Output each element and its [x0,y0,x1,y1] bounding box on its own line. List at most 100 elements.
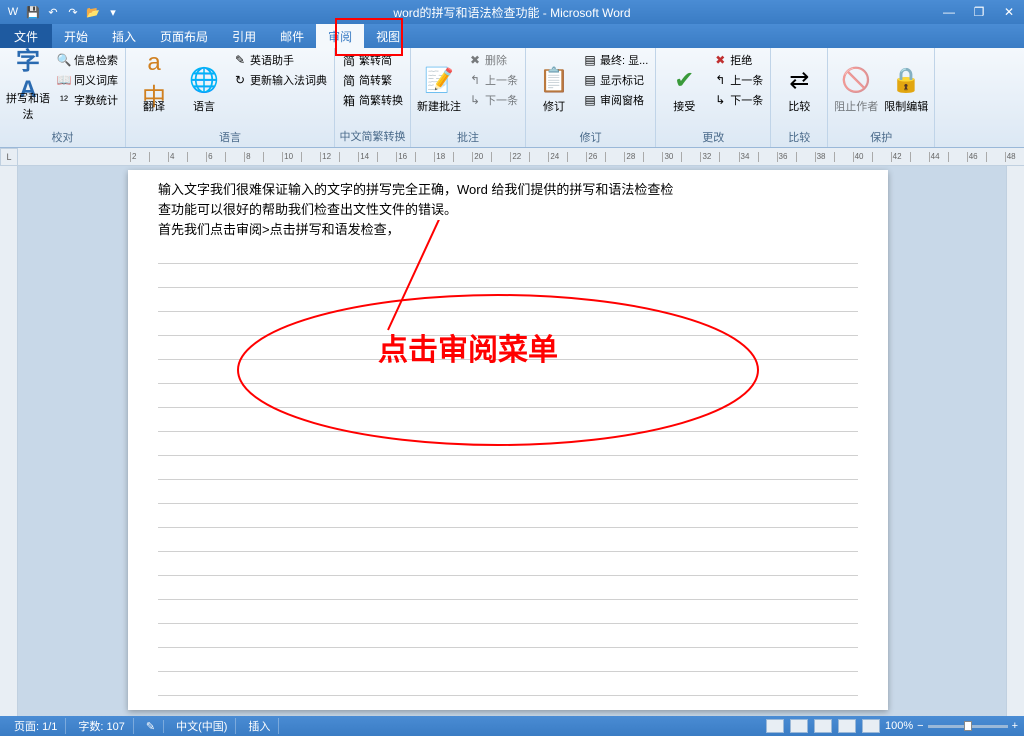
reject-icon: ✖ [713,53,727,67]
zoom-slider[interactable] [928,725,1008,728]
minimize-button[interactable]: — [934,0,964,24]
tab-references[interactable]: 引用 [220,24,268,48]
pane-icon: ▤ [583,93,597,107]
group-language: a中 翻译 🌐 语言 ✎英语助手 ↻更新输入法词典 语言 [126,48,335,147]
zoom-level[interactable]: 100% [885,720,913,732]
web-view[interactable] [814,719,832,733]
convert-icon: 箱 [342,93,356,107]
display-mode-button[interactable]: ▤最终: 显... [580,50,651,70]
english-assistant-button[interactable]: ✎英语助手 [230,50,330,70]
fullscreen-view[interactable] [790,719,808,733]
reject-button[interactable]: ✖拒绝 [710,50,766,70]
translate-button[interactable]: a中 翻译 [130,50,178,128]
print-layout-view[interactable] [766,719,784,733]
save-icon[interactable]: 💾 [24,3,42,21]
display-icon: ▤ [583,53,597,67]
group-proofing: 字A 拼写和语法 🔍信息检索 📖同义词库 ¹²字数统计 校对 [0,48,126,147]
status-page[interactable]: 页面: 1/1 [6,718,66,734]
simp-icon: 简 [342,53,356,67]
workspace: 输入文字我们很难保证输入的文字的拼写完全正确，Word 给我们提供的拼写和语法检… [0,166,1024,716]
status-words[interactable]: 字数: 107 [70,718,133,734]
tab-home[interactable]: 开始 [52,24,100,48]
simp-to-trad-button[interactable]: 简简转繁 [339,70,406,90]
outline-view[interactable] [838,719,856,733]
page[interactable]: 输入文字我们很难保证输入的文字的拼写完全正确，Word 给我们提供的拼写和语法检… [128,170,888,710]
thesaurus-button[interactable]: 📖同义词库 [54,70,121,90]
doc-text[interactable]: 首先我们点击审阅>点击拼写和语发检查， [158,220,858,240]
next-icon: ↳ [713,93,727,107]
doc-text[interactable]: 查功能可以很好的帮助我们检查出文性文件的错误。 [158,200,858,220]
review-pane-button[interactable]: ▤审阅窗格 [580,90,651,110]
statusbar: 页面: 1/1 字数: 107 ✎ 中文(中国) 插入 100% − + [0,716,1024,736]
menubar: 文件 开始 插入 页面布局 引用 邮件 审阅 视图 [0,24,1024,48]
count-icon: ¹² [57,93,71,107]
lock-icon: 🔒 [890,64,922,96]
document-area[interactable]: 输入文字我们很难保证输入的文字的拼写完全正确，Word 给我们提供的拼写和语法检… [18,166,1006,716]
zoom-in-button[interactable]: + [1012,720,1018,732]
check-icon: 字A [12,56,44,88]
open-icon[interactable]: 📂 [84,3,102,21]
titlebar: W 💾 ↶ ↷ 📂 ▾ word的拼写和语法检查功能 - Microsoft W… [0,0,1024,24]
prev-icon: ↰ [713,73,727,87]
comment-icon: 📝 [423,64,455,96]
close-button[interactable]: ✕ [994,0,1024,24]
research-button[interactable]: 🔍信息检索 [54,50,121,70]
next-change-button[interactable]: ↳下一条 [710,90,766,110]
group-chinese-convert: 简繁转简 简简转繁 箱简繁转换 中文简繁转换 [335,48,411,147]
prev-icon: ↰ [468,73,482,87]
accept-button[interactable]: ✔ 接受 [660,50,708,128]
delete-comment-button[interactable]: ✖删除 [465,50,521,70]
wordcount-button[interactable]: ¹²字数统计 [54,90,121,110]
status-insert-mode[interactable]: 插入 [240,718,279,734]
vertical-scrollbar[interactable] [1006,166,1024,716]
markup-icon: ▤ [583,73,597,87]
restrict-editing-button[interactable]: 🔒 限制编辑 [882,50,930,128]
tab-insert[interactable]: 插入 [100,24,148,48]
doc-text[interactable]: 输入文字我们很难保证输入的文字的拼写完全正确，Word 给我们提供的拼写和语法检… [158,180,858,200]
track-changes-button[interactable]: 📋 修订 [530,50,578,128]
trad-to-simp-button[interactable]: 简繁转简 [339,50,406,70]
horizontal-ruler[interactable]: L 24681012141618202224262830323436384042… [0,148,1024,166]
tab-layout[interactable]: 页面布局 [148,24,220,48]
group-protect: 🚫 阻止作者 🔒 限制编辑 保护 [828,48,935,147]
tab-mailings[interactable]: 邮件 [268,24,316,48]
compare-button[interactable]: ⇄ 比较 [775,50,823,128]
ribbon: 字A 拼写和语法 🔍信息检索 📖同义词库 ¹²字数统计 校对 a中 翻译 🌐 语… [0,48,1024,148]
tab-review[interactable]: 审阅 [316,24,364,48]
book-icon: 📖 [57,73,71,87]
convert-button[interactable]: 箱简繁转换 [339,90,406,110]
research-icon: 🔍 [57,53,71,67]
status-language[interactable]: 中文(中国) [168,718,236,734]
draft-view[interactable] [862,719,880,733]
undo-icon[interactable]: ↶ [44,3,62,21]
window-title: word的拼写和语法检查功能 - Microsoft Word [393,4,630,21]
maximize-button[interactable]: ❐ [964,0,994,24]
accept-icon: ✔ [668,64,700,96]
block-authors-button[interactable]: 🚫 阻止作者 [832,50,880,128]
prev-change-button[interactable]: ↰上一条 [710,70,766,90]
compare-icon: ⇄ [783,64,815,96]
group-compare: ⇄ 比较 比较 [771,48,828,147]
show-markup-button[interactable]: ▤显示标记 [580,70,651,90]
tab-view[interactable]: 视图 [364,24,412,48]
zoom-out-button[interactable]: − [917,720,923,732]
refresh-icon: ↻ [233,73,247,87]
vertical-ruler[interactable] [0,166,18,716]
status-proof[interactable]: ✎ [138,720,164,733]
group-tracking: 📋 修订 ▤最终: 显... ▤显示标记 ▤审阅窗格 修订 [526,48,656,147]
word-icon[interactable]: W [4,3,22,21]
qat-dropdown-icon[interactable]: ▾ [104,3,122,21]
redo-icon[interactable]: ↷ [64,3,82,21]
next-comment-button[interactable]: ↳下一条 [465,90,521,110]
track-icon: 📋 [538,64,570,96]
globe-icon: 🌐 [188,64,220,96]
pencil-icon: ✎ [233,53,247,67]
language-button[interactable]: 🌐 语言 [180,50,228,128]
prev-comment-button[interactable]: ↰上一条 [465,70,521,90]
new-comment-button[interactable]: 📝 新建批注 [415,50,463,128]
spelling-grammar-button[interactable]: 字A 拼写和语法 [4,50,52,128]
next-icon: ↳ [468,93,482,107]
ruler-corner[interactable]: L [0,148,18,166]
quick-access-toolbar: W 💾 ↶ ↷ 📂 ▾ [0,3,126,21]
update-ime-button[interactable]: ↻更新输入法词典 [230,70,330,90]
